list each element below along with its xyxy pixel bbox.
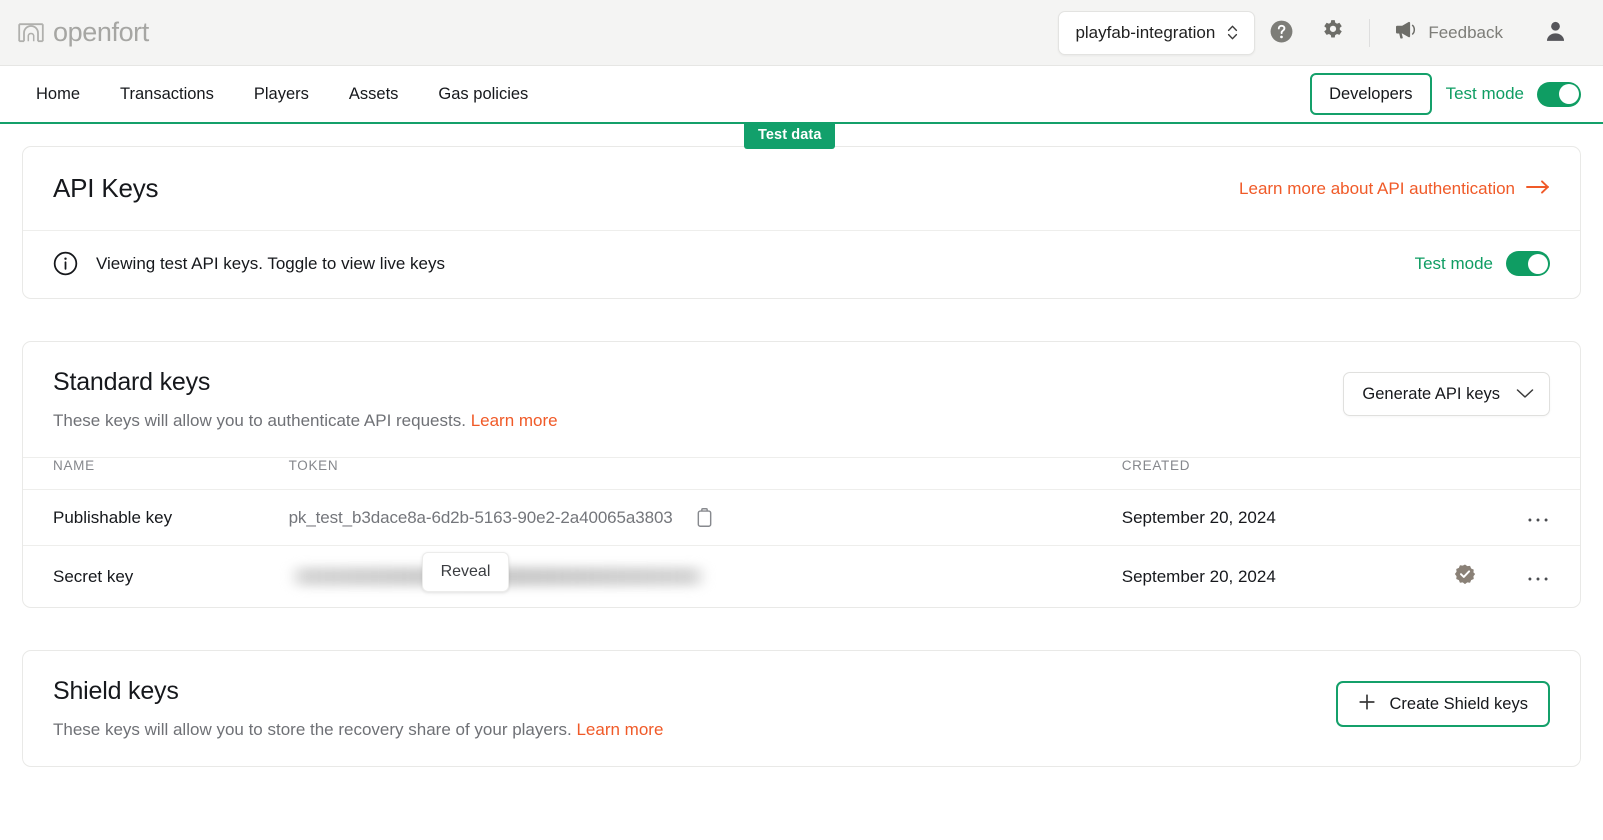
project-selector-value: playfab-integration (1075, 22, 1216, 42)
nav-test-mode-label: Test mode (1445, 84, 1524, 103)
standard-keys-table: NAME TOKEN CREATED Publishable key pk_te… (23, 458, 1580, 607)
feedback-button[interactable]: Feedback (1380, 20, 1517, 45)
row-actions (1496, 545, 1580, 607)
page-title: API Keys (53, 173, 159, 203)
row-actions (1496, 489, 1580, 546)
nav-item-home[interactable]: Home (22, 65, 100, 123)
shield-keys-learn-more-link[interactable]: Learn more (576, 720, 663, 739)
token-cell: pk_test_b3dace8a-6d2b-5163-90e2-2a40065a… (289, 507, 1122, 528)
column-header-verified (1434, 458, 1496, 490)
shield-keys-subtitle-text: These keys will allow you to store the r… (53, 720, 572, 739)
gear-icon (1320, 18, 1346, 47)
settings-button[interactable] (1307, 7, 1359, 59)
api-keys-card: API Keys Learn more about API authentica… (22, 146, 1581, 299)
megaphone-icon (1394, 20, 1418, 45)
ellipsis-icon[interactable] (1527, 571, 1549, 582)
standard-keys-learn-more-link[interactable]: Learn more (471, 411, 558, 430)
brand-logo[interactable]: openfort (18, 17, 149, 48)
api-authentication-link[interactable]: Learn more about API authentication (1239, 179, 1550, 199)
row-created: September 20, 2024 (1121, 489, 1435, 546)
user-avatar-icon (1543, 19, 1568, 47)
banner-test-mode-label: Test mode (1414, 253, 1493, 273)
standard-keys-table-head: NAME TOKEN CREATED (23, 458, 1580, 490)
nav-test-mode-toggle-group: Test mode (1445, 81, 1581, 107)
secret-key-masked-cell: Reveal (288, 551, 1122, 592)
toggle-knob (1527, 253, 1548, 274)
nav-item-assets[interactable]: Assets (329, 65, 419, 123)
standard-keys-card: Standard keys These keys will allow you … (22, 341, 1581, 608)
info-circle-icon (53, 251, 78, 276)
standard-keys-title: Standard keys (53, 368, 211, 396)
nav-item-players[interactable]: Players (234, 65, 329, 123)
row-name: Secret key (23, 545, 289, 607)
nav-item-gas-policies[interactable]: Gas policies (418, 65, 548, 123)
banner-test-mode-toggle[interactable] (1506, 251, 1550, 276)
shield-keys-header: Shield keys These keys will allow you to… (23, 651, 1580, 766)
developers-button[interactable]: Developers (1310, 73, 1432, 115)
standard-keys-header: Standard keys These keys will allow you … (23, 342, 1580, 458)
clipboard-copy-icon[interactable] (695, 507, 714, 528)
nav-test-mode-toggle[interactable] (1537, 81, 1581, 107)
standard-keys-actions: Generate API keys (1343, 368, 1550, 416)
feedback-label: Feedback (1428, 22, 1503, 42)
standard-keys-subtitle: These keys will allow you to authenticat… (53, 411, 558, 431)
test-data-badge: Test data (744, 122, 836, 149)
create-shield-keys-button[interactable]: Create Shield keys (1335, 681, 1550, 727)
generate-api-keys-label: Generate API keys (1362, 384, 1500, 403)
publishable-key-token: pk_test_b3dace8a-6d2b-5163-90e2-2a40065a… (288, 507, 673, 527)
row-verified (1434, 545, 1497, 607)
toggle-knob (1558, 84, 1579, 104)
main-navigation: Home Transactions Players Assets Gas pol… (0, 65, 1603, 149)
shield-keys-actions: Create Shield keys (1335, 677, 1550, 727)
row-verified (1434, 489, 1497, 546)
shield-keys-title: Shield keys (53, 677, 179, 705)
table-row: Secret key Reveal September 20, 2024 (23, 545, 1580, 607)
arrow-right-icon (1526, 179, 1550, 199)
header-divider (1369, 18, 1371, 47)
openfort-fort-icon (18, 22, 44, 44)
test-keys-banner: Viewing test API keys. Toggle to view li… (23, 231, 1580, 298)
page-content: API Keys Learn more about API authentica… (0, 124, 1603, 767)
banner-test-mode-toggle-group: Test mode (1415, 251, 1550, 276)
account-button[interactable] (1529, 7, 1581, 59)
reveal-secret-key-button[interactable]: Reveal (421, 551, 510, 592)
shield-keys-texts: Shield keys These keys will allow you to… (53, 677, 663, 740)
create-shield-keys-label: Create Shield keys (1389, 694, 1529, 713)
badge-check-icon (1454, 563, 1476, 585)
chevron-down-icon (1516, 385, 1534, 404)
nav-right-actions: Developers Test mode (1310, 73, 1581, 115)
column-header-name: NAME (53, 458, 95, 473)
column-header-actions (1497, 458, 1580, 490)
ellipsis-icon[interactable] (1527, 512, 1549, 523)
top-header-actions: playfab-integration Feedback (1058, 7, 1581, 59)
test-keys-banner-text: Viewing test API keys. Toggle to view li… (96, 253, 445, 273)
table-row: Publishable key pk_test_b3dace8a-6d2b-51… (23, 489, 1580, 546)
help-circle-icon (1269, 19, 1294, 47)
api-authentication-link-label: Learn more about API authentication (1239, 178, 1515, 198)
row-token-cell: Reveal (288, 545, 1122, 607)
row-name: Publishable key (23, 489, 289, 546)
api-keys-card-header: API Keys Learn more about API authentica… (23, 147, 1580, 231)
plus-icon (1358, 693, 1376, 716)
shield-keys-card: Shield keys These keys will allow you to… (22, 650, 1581, 767)
column-header-created: CREATED (1121, 458, 1191, 473)
help-button[interactable] (1255, 7, 1307, 59)
standard-keys-table-body: Publishable key pk_test_b3dace8a-6d2b-51… (23, 489, 1580, 607)
column-header-token: TOKEN (288, 458, 339, 473)
top-header-bar: openfort playfab-integration Feedback (0, 0, 1603, 66)
nav-item-transactions[interactable]: Transactions (100, 65, 234, 123)
nav-links: Home Transactions Players Assets Gas pol… (22, 65, 548, 123)
standard-keys-texts: Standard keys These keys will allow you … (53, 368, 558, 431)
shield-keys-subtitle: These keys will allow you to store the r… (53, 720, 663, 740)
row-created: September 20, 2024 (1121, 545, 1435, 607)
row-token-cell: pk_test_b3dace8a-6d2b-5163-90e2-2a40065a… (288, 489, 1122, 546)
chevron-up-down-icon (1227, 24, 1238, 41)
brand-name: openfort (53, 17, 149, 47)
generate-api-keys-button[interactable]: Generate API keys (1343, 372, 1550, 416)
table-header-row: NAME TOKEN CREATED (23, 458, 1580, 490)
standard-keys-subtitle-text: These keys will allow you to authenticat… (53, 411, 466, 430)
project-selector[interactable]: playfab-integration (1058, 10, 1256, 55)
